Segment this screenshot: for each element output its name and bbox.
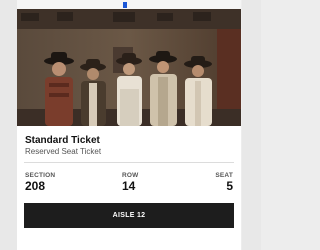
section-value: 208 [25, 179, 46, 193]
aisle-button[interactable]: AISLE 12 [24, 203, 234, 228]
row-value: 14 [122, 179, 136, 193]
divider [24, 162, 234, 163]
event-photo [17, 9, 241, 126]
seat-value: 5 [226, 179, 233, 193]
ticket-description: Reserved Seat Ticket [25, 147, 102, 156]
ticket-type: Standard Ticket [25, 135, 100, 146]
background-right [242, 0, 261, 250]
section-label: SECTION [25, 172, 56, 179]
seat-label: SEAT [215, 172, 233, 179]
card-accent-mark [123, 2, 127, 8]
row-label: ROW [122, 172, 139, 179]
aisle-button-label: AISLE 12 [112, 212, 146, 219]
background-left [0, 0, 17, 250]
